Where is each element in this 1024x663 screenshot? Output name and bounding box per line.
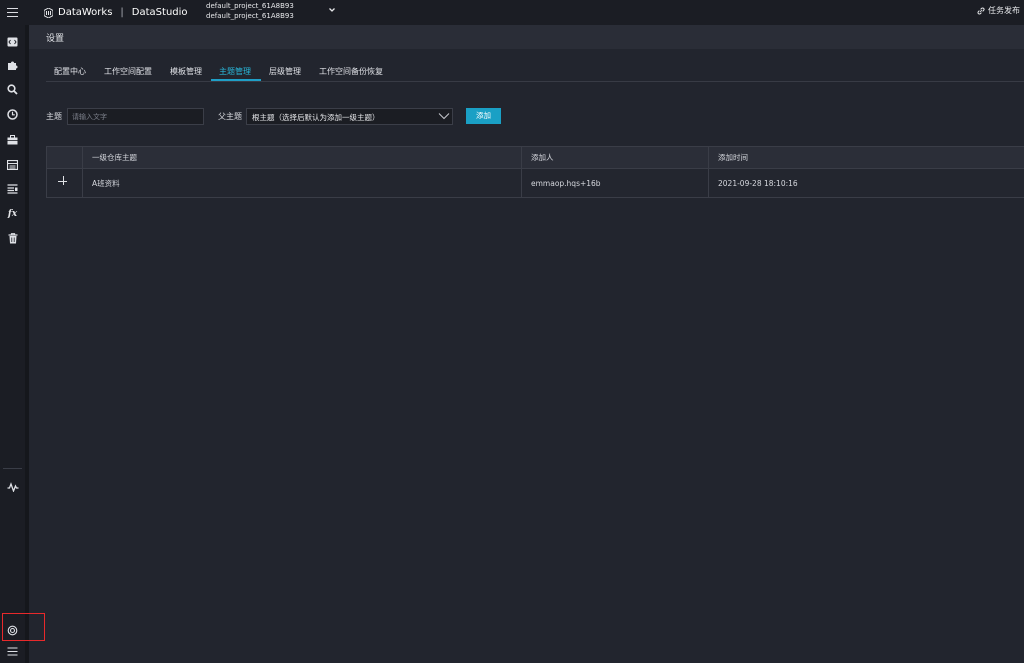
project-name-line1: default_project_61A8B93 xyxy=(206,2,294,10)
chevron-down-icon[interactable] xyxy=(327,5,337,15)
main-menu-button[interactable] xyxy=(0,0,25,25)
code-icon[interactable] xyxy=(4,33,21,50)
task-publish-link[interactable]: 任务发布 xyxy=(977,5,1020,16)
expand-plus-icon[interactable] xyxy=(58,176,68,186)
sidebar-divider xyxy=(25,25,29,663)
clock-icon[interactable] xyxy=(4,106,21,123)
tab-config-center[interactable]: 配置中心 xyxy=(54,66,86,77)
tab-divider xyxy=(46,81,1024,82)
project-selector[interactable]: default_project_61A8B93 default_project_… xyxy=(206,1,294,21)
column-divider xyxy=(82,147,83,197)
tab-template-management[interactable]: 模板管理 xyxy=(170,66,202,77)
brand-name: DataWorks xyxy=(58,7,113,18)
list-icon[interactable] xyxy=(4,180,21,197)
search-icon[interactable] xyxy=(4,81,21,98)
add-button[interactable]: 添加 xyxy=(466,108,501,124)
brand-separator: | xyxy=(120,7,124,18)
chevron-down-icon[interactable] xyxy=(438,112,450,120)
topic-input[interactable]: 请输入文字 xyxy=(67,108,204,125)
table-icon[interactable] xyxy=(4,156,21,173)
column-divider xyxy=(521,147,522,197)
link-icon xyxy=(977,7,985,14)
left-sidebar: fx xyxy=(0,25,25,663)
task-publish-label: 任务发布 xyxy=(988,6,1020,15)
column-divider xyxy=(708,147,709,197)
sidebar-separator xyxy=(3,468,22,469)
column-header-added-by: 添加人 xyxy=(531,153,554,162)
parent-topic-select[interactable]: 根主题（选择后默认为添加一级主题） xyxy=(246,108,453,125)
puzzle-icon[interactable] xyxy=(4,57,21,74)
added-by-cell: emmaop.hqs+16b xyxy=(531,178,601,188)
function-icon[interactable]: fx xyxy=(4,205,21,222)
tab-topic-management[interactable]: 主题管理 xyxy=(219,66,251,77)
topic-cell: A班资料 xyxy=(92,178,120,188)
page-header xyxy=(29,25,1024,49)
dataworks-logo-icon xyxy=(44,7,53,18)
function-glyph: fx xyxy=(7,208,18,219)
menu-icon[interactable] xyxy=(4,643,21,660)
product-name: DataStudio xyxy=(131,7,188,18)
settings-highlight-box xyxy=(2,613,45,641)
added-time-cell: 2021-09-28 18:10:16 xyxy=(718,178,798,188)
tab-workspace-backup[interactable]: 工作空间备份恢复 xyxy=(319,66,383,77)
hamburger-icon xyxy=(7,8,18,17)
topic-table: 一级仓库主题 添加人 添加时间 A班资料 emmaop.hqs+16b 2021… xyxy=(46,146,1024,198)
parent-topic-label: 父主题 xyxy=(218,112,242,121)
tab-workspace-config[interactable]: 工作空间配置 xyxy=(104,66,152,77)
trash-icon[interactable] xyxy=(4,230,21,247)
brand: DataWorks | DataStudio xyxy=(44,6,188,19)
pulse-icon[interactable] xyxy=(4,478,21,495)
topic-label: 主题 xyxy=(46,112,62,121)
table-row[interactable]: A班资料 emmaop.hqs+16b 2021-09-28 18:10:16 xyxy=(47,169,1024,197)
table-header: 一级仓库主题 添加人 添加时间 xyxy=(47,147,1024,169)
briefcase-icon[interactable] xyxy=(4,131,21,148)
project-name-line2: default_project_61A8B93 xyxy=(206,12,294,20)
column-header-added-time: 添加时间 xyxy=(718,153,748,162)
tab-level-management[interactable]: 层级管理 xyxy=(269,66,301,77)
page-title: 设置 xyxy=(46,34,65,44)
column-header-topic: 一级仓库主题 xyxy=(92,153,137,162)
top-bar: DataWorks | DataStudio default_project_6… xyxy=(0,0,1024,25)
